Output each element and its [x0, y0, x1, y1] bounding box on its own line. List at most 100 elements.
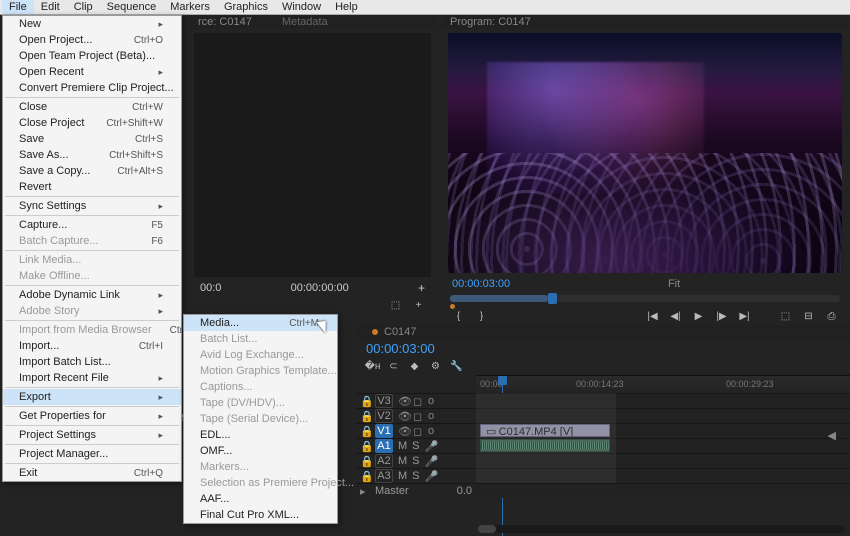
wrench-icon[interactable]: 🔧: [450, 360, 463, 373]
track-header-v2[interactable]: 🔒V2👁◻o: [356, 408, 476, 423]
export-menu-item: Batch List...: [184, 331, 337, 347]
file-menu-item[interactable]: Import...Ctrl+I: [3, 338, 181, 354]
program-timecode-row: 00:00:03:00 Fit: [442, 277, 848, 291]
menu-graphics[interactable]: Graphics: [217, 0, 275, 14]
menu-help[interactable]: Help: [328, 0, 365, 14]
file-menu-item[interactable]: Capture...F5: [3, 217, 181, 233]
source-timecode-row: 00:0 00:00:00:00 +: [190, 281, 435, 295]
track-header-a1[interactable]: 🔒A1MS🎤: [356, 438, 476, 453]
source-tc-right: 00:00:00:00: [291, 282, 349, 294]
file-menu-item[interactable]: Project Manager...: [3, 446, 181, 462]
file-menu-item[interactable]: Convert Premiere Clip Project...: [3, 80, 181, 96]
export-menu-item[interactable]: OMF...: [184, 443, 337, 459]
file-menu-item[interactable]: CloseCtrl+W: [3, 99, 181, 115]
insert-button[interactable]: ⬚: [389, 299, 402, 312]
menu-markers[interactable]: Markers: [163, 0, 217, 14]
snap-toggle[interactable]: �н: [366, 360, 379, 373]
program-scrubber[interactable]: [450, 295, 840, 302]
eye-icon[interactable]: 👁: [398, 425, 408, 438]
export-menu-item[interactable]: EDL...: [184, 427, 337, 443]
source-tc-left: 00:0: [200, 282, 221, 294]
file-menu-item[interactable]: Save As...Ctrl+Shift+S: [3, 147, 181, 163]
timeline-tc[interactable]: 00:00:03:00: [356, 339, 850, 358]
sequence-tab[interactable]: C0147: [384, 326, 416, 338]
mark-in-button[interactable]: {: [452, 310, 465, 323]
menu-sequence[interactable]: Sequence: [100, 0, 164, 14]
track-header-a3[interactable]: 🔒A3MS🎤: [356, 468, 476, 483]
file-menu-item[interactable]: Save a Copy...Ctrl+Alt+S: [3, 163, 181, 179]
export-menu-item[interactable]: Media...Ctrl+M: [184, 315, 337, 331]
program-tab[interactable]: Program: C0147: [450, 16, 531, 28]
file-menu-item[interactable]: Sync Settings: [3, 198, 181, 214]
file-menu-item[interactable]: Import Batch List...: [3, 354, 181, 370]
track-header-master[interactable]: ▸Master0.0: [356, 483, 476, 498]
marker-btn[interactable]: ◆: [408, 360, 421, 373]
file-menu-item[interactable]: Adobe Dynamic Link: [3, 287, 181, 303]
timeline-collapse-icon[interactable]: ◀: [828, 429, 836, 442]
program-transport: { } |◀ ◀| ▶ |▶ ▶| ⬚ ⊟ ⎙: [442, 306, 848, 327]
lock-icon[interactable]: 🔒: [360, 455, 370, 468]
export-menu-item: Motion Graphics Template...: [184, 363, 337, 379]
program-panel: Program: C0147 00:00:03:00 Fit { } |◀ ◀|…: [442, 15, 848, 325]
track-lanes[interactable]: ▭ C0147.MP4 [V]: [476, 393, 850, 498]
menu-window[interactable]: Window: [275, 0, 328, 14]
timeline-h-scrollbar[interactable]: [478, 525, 844, 533]
overwrite-button[interactable]: +: [412, 299, 425, 312]
track-header-v1[interactable]: 🔒V1👁◻o: [356, 423, 476, 438]
track-header-a2[interactable]: 🔒A2MS🎤: [356, 453, 476, 468]
track-header-v3[interactable]: 🔒V3👁◻o: [356, 393, 476, 408]
file-menu-item[interactable]: Export: [3, 389, 181, 405]
file-menu-item[interactable]: ExitCtrl+Q: [3, 465, 181, 481]
video-clip[interactable]: ▭ C0147.MP4 [V]: [480, 424, 610, 437]
export-menu-item: Markers...: [184, 459, 337, 475]
file-menu-item[interactable]: Import Recent File: [3, 370, 181, 386]
menu-file[interactable]: File: [2, 0, 34, 14]
file-menu-item[interactable]: Project Settings: [3, 427, 181, 443]
play-button[interactable]: ▶: [692, 310, 705, 323]
settings-icon[interactable]: ⚙: [429, 360, 442, 373]
ruler-tick: 00:00:14:23: [576, 379, 624, 389]
go-to-in-button[interactable]: |◀: [646, 310, 659, 323]
file-menu-item[interactable]: Revert: [3, 179, 181, 195]
lock-icon[interactable]: 🔒: [360, 440, 370, 453]
add-marker-button[interactable]: +: [418, 281, 425, 295]
menu-edit[interactable]: Edit: [34, 0, 67, 14]
extract-button[interactable]: ⊟: [802, 310, 815, 323]
file-menu-item: Batch Capture...F6: [3, 233, 181, 249]
file-menu-item[interactable]: Open Team Project (Beta)...: [3, 48, 181, 64]
export-menu-item[interactable]: AAF...: [184, 491, 337, 507]
file-menu-item[interactable]: SaveCtrl+S: [3, 131, 181, 147]
export-menu-item[interactable]: Final Cut Pro XML...: [184, 507, 337, 523]
audio-clip[interactable]: [480, 439, 610, 452]
file-menu-item[interactable]: New: [3, 16, 181, 32]
go-to-out-button[interactable]: ▶|: [738, 310, 751, 323]
collapse-icon[interactable]: ▸: [360, 485, 370, 498]
menubar: FileEditClipSequenceMarkersGraphicsWindo…: [0, 0, 850, 15]
file-menu-item[interactable]: Open Recent: [3, 64, 181, 80]
timeline-panel: C0147 00:00:03:00 �н ⊂ ◆ ⚙ 🔧 00:00 00:00…: [356, 325, 850, 535]
program-tc-left[interactable]: 00:00:03:00: [452, 278, 510, 290]
file-menu-item[interactable]: Get Properties for: [3, 408, 181, 424]
lock-icon[interactable]: 🔒: [360, 470, 370, 483]
source-tab[interactable]: rce: C0147: [198, 16, 252, 28]
eye-icon[interactable]: 👁: [398, 395, 408, 408]
export-menu-item: Tape (Serial Device)...: [184, 411, 337, 427]
file-menu-item[interactable]: Close ProjectCtrl+Shift+W: [3, 115, 181, 131]
file-menu-item[interactable]: Open Project...Ctrl+O: [3, 32, 181, 48]
lock-icon[interactable]: 🔒: [360, 395, 370, 408]
lift-button[interactable]: ⬚: [779, 310, 792, 323]
step-back-button[interactable]: ◀|: [669, 310, 682, 323]
lock-icon[interactable]: 🔒: [360, 425, 370, 438]
step-fwd-button[interactable]: |▶: [715, 310, 728, 323]
linked-sel-toggle[interactable]: ⊂: [387, 360, 400, 373]
eye-icon[interactable]: 👁: [398, 410, 408, 423]
timeline-ruler[interactable]: 00:00 00:00:14:23 00:00:29:23: [476, 375, 850, 393]
export-frame-button[interactable]: ⎙: [825, 310, 838, 323]
timeline-tracks: 🔒V3👁◻o 🔒V2👁◻o 🔒V1👁◻o 🔒A1MS🎤 🔒A2MS🎤 🔒A3MS…: [356, 393, 850, 498]
export-menu-item: Tape (DV/HDV)...: [184, 395, 337, 411]
metadata-tab[interactable]: Metadata: [282, 16, 328, 28]
mark-out-button[interactable]: }: [475, 310, 488, 323]
lock-icon[interactable]: 🔒: [360, 410, 370, 423]
menu-clip[interactable]: Clip: [67, 0, 100, 14]
program-fit-select[interactable]: Fit: [668, 278, 680, 290]
